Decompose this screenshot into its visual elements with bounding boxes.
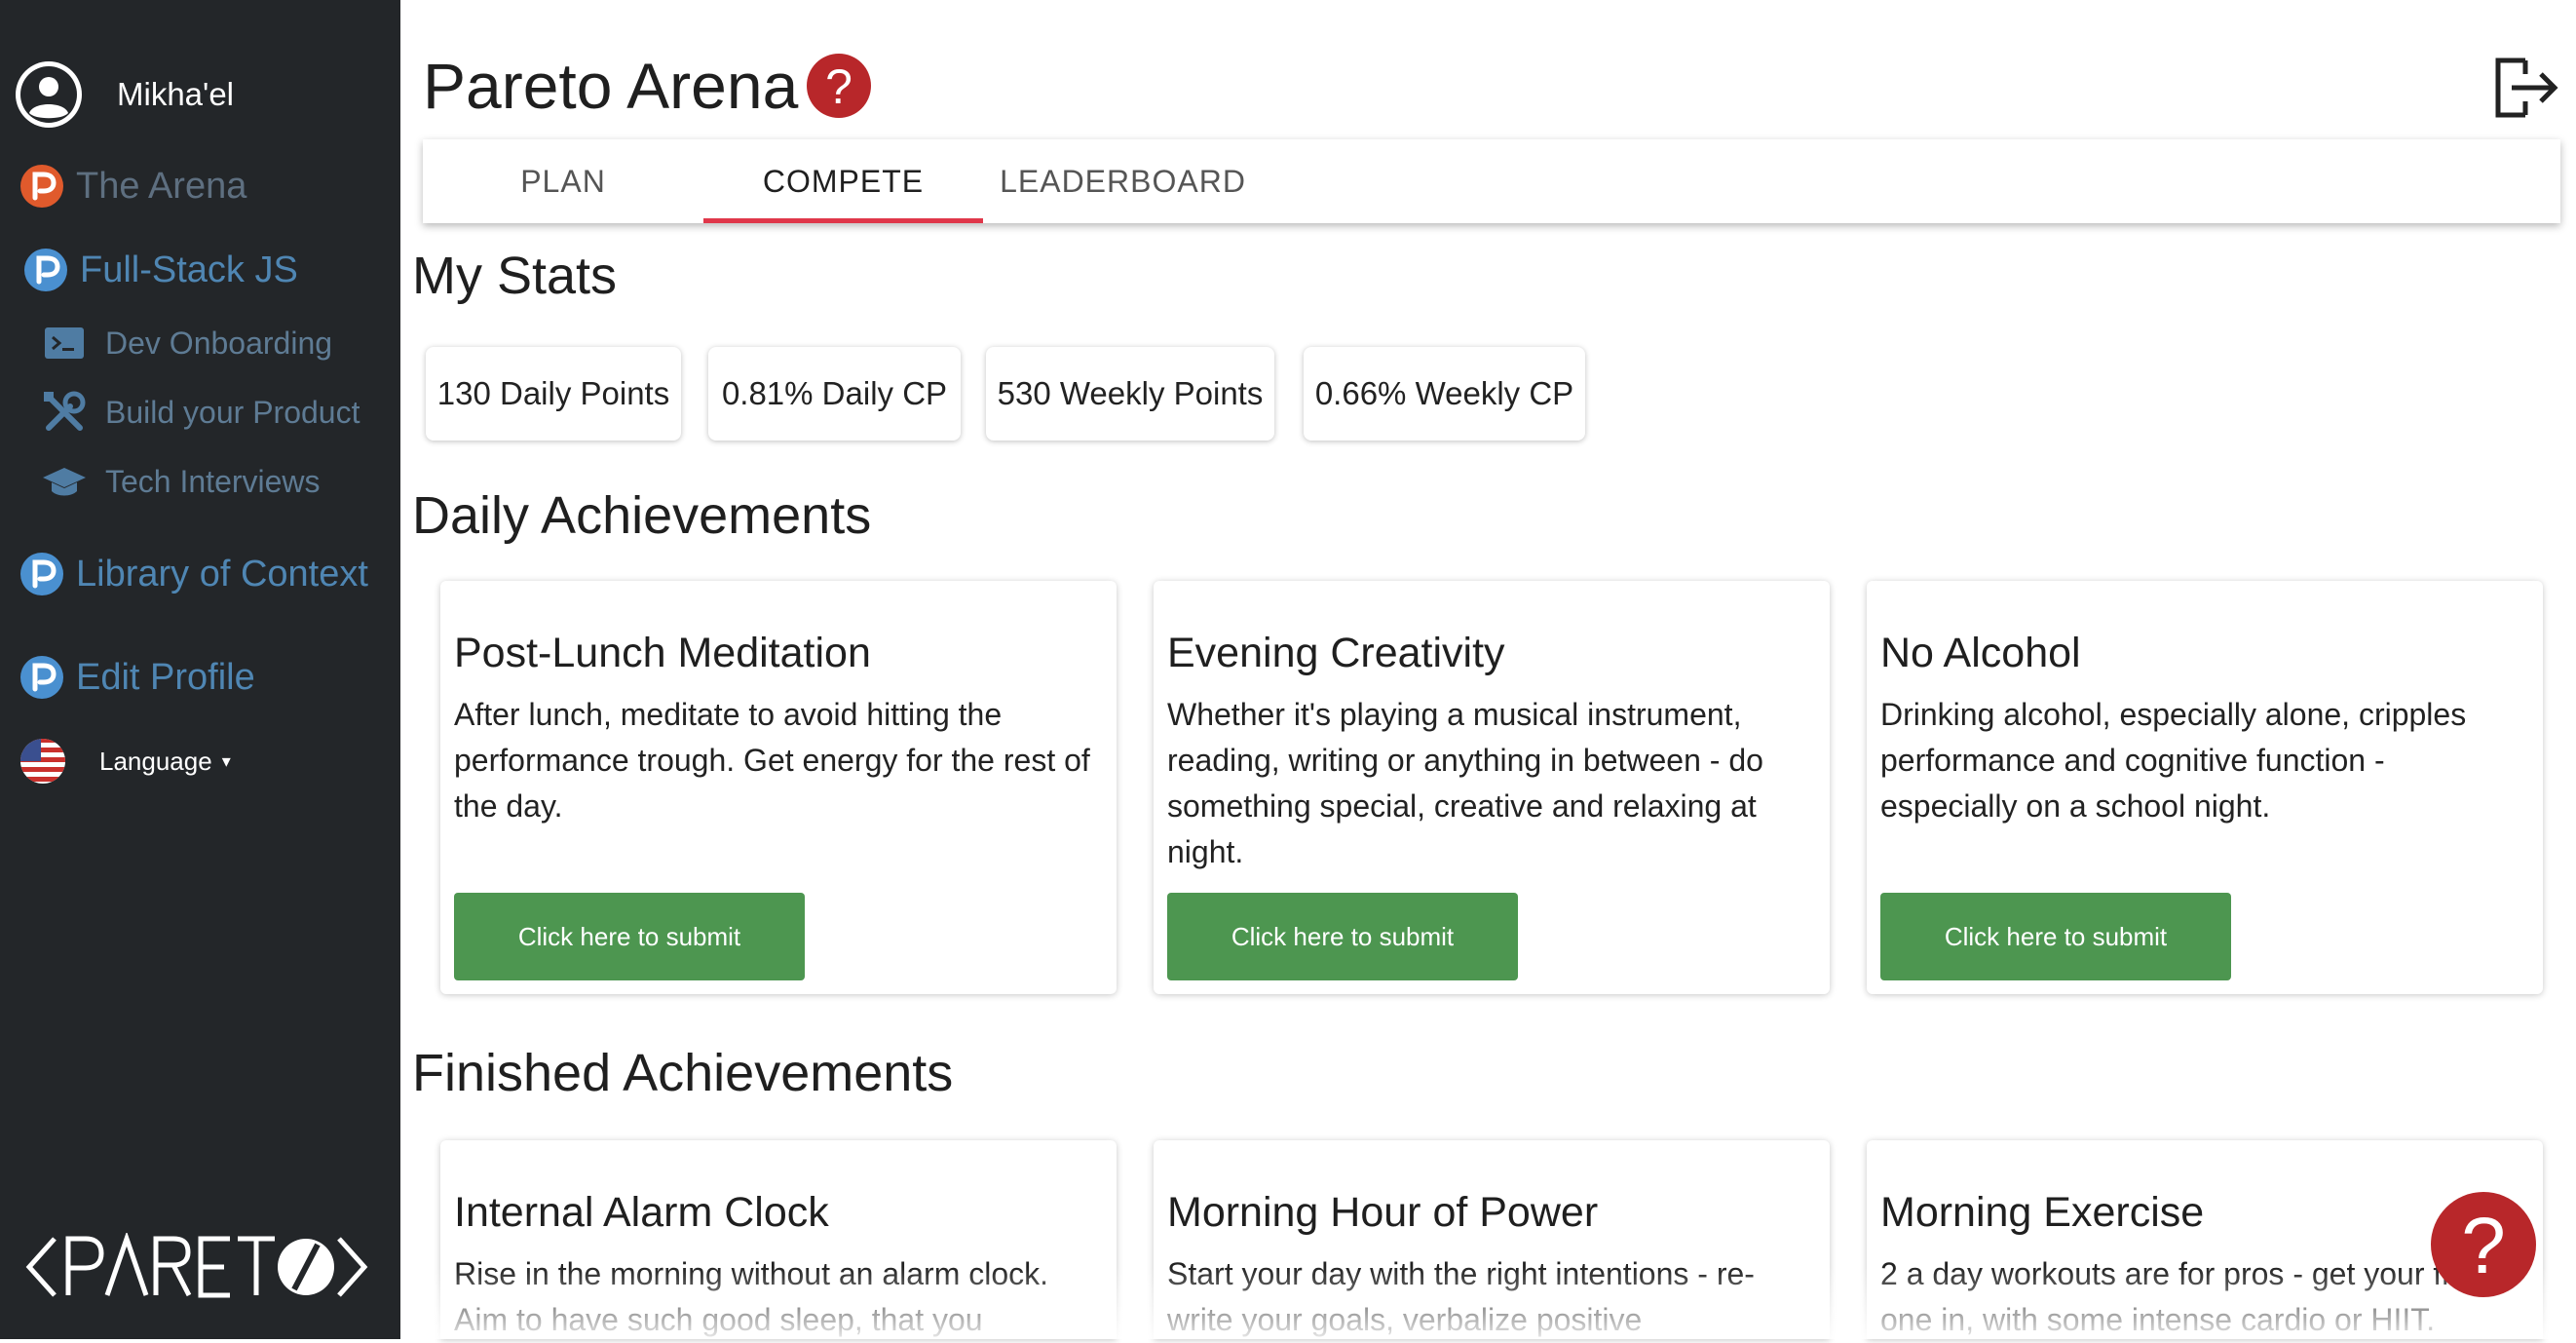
sidebar-item-label: Edit Profile — [76, 656, 255, 698]
sidebar-item-label: Dev Onboarding — [105, 325, 333, 361]
tab-compete[interactable]: COMPETE — [703, 139, 983, 223]
achievement-description: 2 a day workouts are for pros - get your… — [1880, 1256, 2483, 1337]
finished-achievement-card: Internal Alarm Clock Rise in the morning… — [440, 1140, 1117, 1339]
stat-weekly-cp: 0.66% Weekly CP — [1304, 347, 1585, 441]
stat-weekly-points: 530 Weekly Points — [986, 347, 1274, 441]
stat-daily-cp: 0.81% Daily CP — [708, 347, 961, 441]
tab-bar: PLAN COMPETE LEADERBOARD — [423, 139, 2560, 223]
logout-icon[interactable] — [2492, 55, 2558, 121]
achievement-description: After lunch, meditate to avoid hitting t… — [454, 697, 1090, 824]
tools-icon — [44, 391, 86, 431]
achievement-title: No Alcohol — [1880, 630, 2081, 676]
user-profile[interactable]: Mikha'el — [14, 59, 234, 130]
pareto-p-blue-icon — [20, 656, 63, 699]
submit-button[interactable]: Click here to submit — [1167, 893, 1518, 980]
terminal-icon — [45, 327, 84, 359]
sidebar-item-label: Tech Interviews — [105, 463, 321, 499]
pareto-logo — [25, 1233, 368, 1298]
achievement-title: Internal Alarm Clock — [454, 1189, 829, 1236]
achievement-card: Post-Lunch Meditation After lunch, medit… — [440, 581, 1117, 994]
sidebar-item-dev-onboarding[interactable]: Dev Onboarding — [41, 320, 332, 366]
sidebar-item-label: Library of Context — [76, 553, 368, 595]
question-circle-icon[interactable]: ? — [806, 53, 872, 119]
user-name: Mikha'el — [117, 76, 235, 112]
pareto-p-blue-icon — [20, 553, 63, 595]
achievement-description: Drinking alcohol, especially alone, crip… — [1880, 697, 2467, 824]
achievement-card: Evening Creativity Whether it's playing … — [1154, 581, 1830, 994]
active-tab-indicator — [703, 218, 983, 223]
achievement-description: Rise in the morning without an alarm clo… — [454, 1256, 1049, 1337]
stat-daily-points: 130 Daily Points — [426, 347, 681, 441]
achievement-title: Evening Creativity — [1167, 630, 1505, 676]
tab-leaderboard[interactable]: LEADERBOARD — [983, 139, 1263, 223]
tab-plan[interactable]: PLAN — [423, 139, 703, 223]
sidebar-item-label: The Arena — [76, 165, 247, 207]
graduation-cap-icon — [43, 468, 86, 496]
title-row: Pareto Arena ? — [423, 49, 872, 123]
achievement-description: Whether it's playing a musical instrumen… — [1167, 697, 1763, 869]
my-stats-heading: My Stats — [412, 247, 618, 305]
sidebar-item-the-arena[interactable]: The Arena — [19, 164, 246, 209]
svg-text:?: ? — [825, 59, 852, 114]
achievement-title: Post-Lunch Meditation — [454, 630, 871, 676]
pareto-p-blue-icon — [24, 249, 67, 291]
sidebar-item-full-stack-js[interactable]: Full-Stack JS — [23, 248, 298, 292]
achievement-title: Morning Exercise — [1880, 1189, 2205, 1236]
achievement-description: Start your day with the right intentions… — [1167, 1256, 1755, 1337]
sidebar-item-label: Full-Stack JS — [80, 249, 298, 290]
finished-achievement-card: Morning Hour of Power Start your day wit… — [1154, 1140, 1830, 1339]
svg-text:?: ? — [2461, 1202, 2506, 1290]
submit-button[interactable]: Click here to submit — [454, 893, 805, 980]
help-floating-button[interactable]: ? — [2430, 1191, 2537, 1298]
sidebar: Mikha'el The Arena Full-Stack JS Dev Onb… — [0, 0, 400, 1339]
us-flag-icon — [20, 739, 65, 784]
language-label: Language — [99, 746, 212, 776]
sidebar-item-tech-interviews[interactable]: Tech Interviews — [41, 458, 321, 505]
language-dropdown[interactable]: Language ▾ — [19, 738, 231, 785]
sidebar-item-label: Build your Product — [105, 394, 360, 430]
user-circle-icon — [16, 61, 82, 128]
sidebar-item-build-your-product[interactable]: Build your Product — [41, 389, 360, 436]
chevron-down-icon: ▾ — [221, 750, 231, 771]
achievement-title: Morning Hour of Power — [1167, 1189, 1599, 1236]
pareto-p-orange-icon — [20, 165, 63, 208]
submit-button[interactable]: Click here to submit — [1880, 893, 2231, 980]
daily-achievements-heading: Daily Achievements — [412, 486, 872, 545]
sidebar-item-library-of-context[interactable]: Library of Context — [19, 552, 368, 596]
finished-achievements-heading: Finished Achievements — [412, 1044, 954, 1102]
achievement-card: No Alcohol Drinking alcohol, especially … — [1867, 581, 2543, 994]
sidebar-item-edit-profile[interactable]: Edit Profile — [19, 655, 255, 700]
page-title: Pareto Arena — [423, 50, 799, 122]
